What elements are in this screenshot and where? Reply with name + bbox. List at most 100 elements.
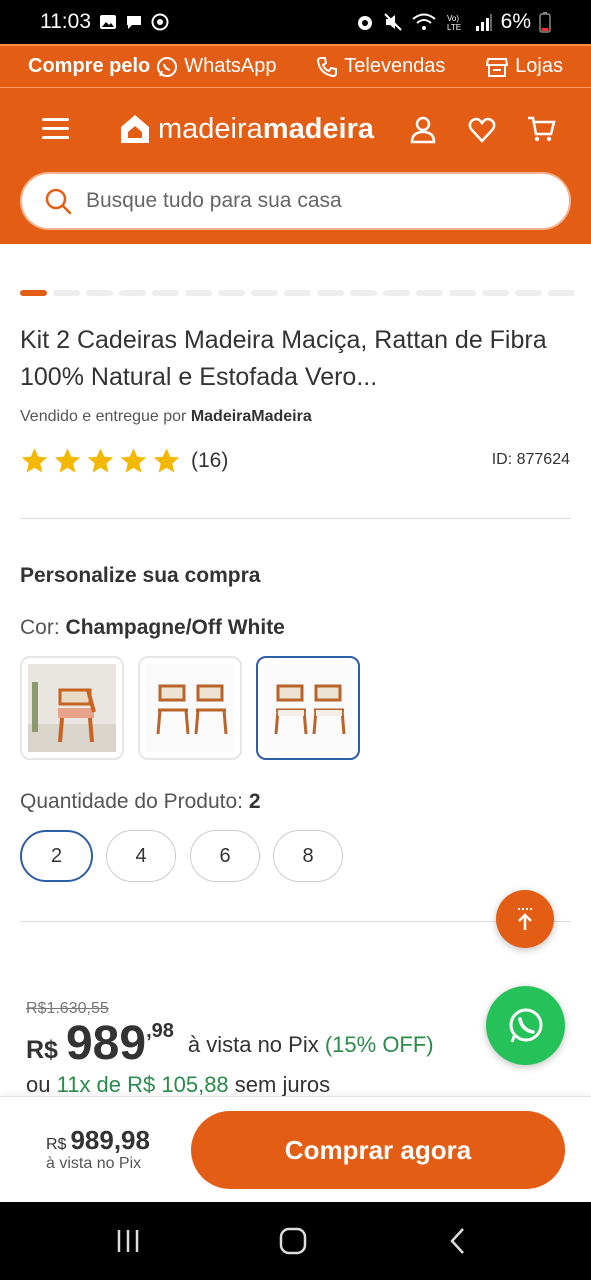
- account-icon[interactable]: [408, 114, 438, 144]
- buy-bar: R$ 989,98 à vista no Pix Comprar agora: [0, 1096, 591, 1202]
- battery-icon: [539, 12, 551, 33]
- heart-icon[interactable]: [467, 114, 497, 144]
- install-value: 11x de R$ 105,88: [56, 1072, 229, 1097]
- product-rating[interactable]: (16): [20, 446, 228, 475]
- svg-text:Vo): Vo): [447, 14, 459, 23]
- hamburger-menu-icon[interactable]: [42, 118, 69, 140]
- star-icon: [54, 448, 81, 473]
- carousel-dot[interactable]: [449, 290, 476, 296]
- seller-name[interactable]: MadeiraMadeira: [191, 408, 312, 425]
- cart-icon[interactable]: [526, 114, 556, 144]
- quantity-option-8[interactable]: 8: [273, 830, 343, 882]
- price-currency: R$: [26, 1036, 58, 1064]
- install-prefix: ou: [26, 1072, 51, 1097]
- quantity-value: 2: [248, 790, 261, 813]
- buy-now-button[interactable]: Comprar agora: [191, 1111, 565, 1189]
- back-icon[interactable]: [444, 1226, 474, 1256]
- arrow-up-icon: [518, 908, 532, 930]
- quantity-label-text: Quantidade do Produto:: [20, 790, 244, 813]
- carousel-dot[interactable]: [119, 290, 146, 296]
- house-logo-icon: [121, 115, 149, 143]
- carousel-dot[interactable]: [416, 290, 443, 296]
- whatsapp-notification-icon: [151, 13, 169, 31]
- alarm-icon: [357, 16, 372, 30]
- logo-text-1: madeira: [158, 112, 263, 145]
- carousel-dot[interactable]: [152, 290, 179, 296]
- star-icon: [87, 448, 114, 473]
- price-line: R$ 989 ,98 à vista no Pix (15% OFF): [26, 1016, 434, 1071]
- carousel-dot[interactable]: [482, 290, 509, 296]
- review-count: (16): [191, 448, 229, 472]
- search-input[interactable]: Busque tudo para sua casa: [20, 172, 571, 230]
- personalize-heading: Personalize sua compra: [20, 564, 261, 587]
- sold-by: Vendido e entregue por MadeiraMadeira: [20, 408, 312, 426]
- recent-apps-icon[interactable]: [113, 1226, 143, 1256]
- televendas-label: Televendas: [344, 55, 446, 77]
- mute-icon: [383, 13, 402, 31]
- quantity-option-6[interactable]: 6: [190, 830, 260, 882]
- carousel-dot[interactable]: [185, 290, 212, 296]
- pix-note: à vista no Pix (15% OFF): [188, 1032, 434, 1058]
- pix-text: à vista no Pix: [187, 1032, 319, 1057]
- pix-discount: (15% OFF): [324, 1032, 434, 1057]
- color-label-text: Cor:: [20, 616, 60, 639]
- quantity-label: Quantidade do Produto: 2: [20, 790, 261, 814]
- product-title: Kit 2 Cadeiras Madeira Maciça, Rattan de…: [20, 326, 547, 391]
- buy-bar-price: R$ 989,98: [46, 1125, 150, 1156]
- madeiramadeira-logo[interactable]: madeira madeira: [118, 112, 374, 146]
- sold-by-prefix: Vendido e entregue por: [20, 408, 187, 425]
- divider: [20, 518, 571, 519]
- carousel-dot[interactable]: [251, 290, 278, 296]
- star-icon: [21, 448, 48, 473]
- color-swatch-1[interactable]: [20, 656, 124, 760]
- signal-icon: [475, 14, 492, 31]
- color-value: Champagne/Off White: [65, 616, 285, 639]
- carousel-dot[interactable]: [548, 290, 575, 296]
- carousel-dot[interactable]: [218, 290, 245, 296]
- carousel-dot[interactable]: [86, 290, 113, 296]
- install-suffix: sem juros: [234, 1072, 331, 1097]
- buy-bar-note: à vista no Pix: [46, 1155, 142, 1172]
- stores-link[interactable]: Lojas: [485, 55, 563, 79]
- carousel-dot[interactable]: [284, 290, 311, 296]
- volte-icon: Vo)LTE: [447, 14, 461, 32]
- status-right: Vo) LTE 6%: [355, 10, 551, 34]
- whatsapp-icon: [509, 1008, 542, 1043]
- quantity-option-2[interactable]: 2: [20, 830, 93, 882]
- site-header: madeira madeira Busque tudo para sua casa: [0, 88, 591, 244]
- whatsapp-label: WhatsApp: [184, 55, 277, 77]
- televendas-link[interactable]: Televendas: [316, 55, 445, 78]
- status-bar: 11:03 Vo) LTE 6%: [0, 0, 591, 44]
- color-label: Cor: Champagne/Off White: [20, 616, 285, 640]
- two-chairs-photo-alt: [264, 664, 352, 752]
- divider: [20, 921, 571, 922]
- carousel-dot[interactable]: [53, 290, 80, 296]
- product-id: ID: 877624: [491, 451, 570, 468]
- buy-bar-value: 989,98: [70, 1125, 150, 1155]
- price-cents: ,98: [146, 1020, 174, 1042]
- carousel-dot[interactable]: [20, 290, 47, 296]
- status-time: 11:03: [40, 10, 91, 33]
- whatsapp-chat-button[interactable]: [486, 986, 565, 1065]
- whatsapp-contact-link[interactable]: Compre pelo WhatsApp: [28, 55, 277, 78]
- phone-icon: [317, 56, 338, 77]
- search-placeholder: Busque tudo para sua casa: [86, 189, 342, 212]
- carousel-dot[interactable]: [350, 290, 377, 296]
- color-swatch-3[interactable]: [256, 656, 360, 760]
- carousel-dot[interactable]: [317, 290, 344, 296]
- scroll-to-top-button[interactable]: [496, 890, 554, 948]
- quantity-option-4[interactable]: 4: [106, 830, 176, 882]
- status-left: 11:03: [40, 10, 169, 34]
- battery-percent: 6%: [500, 10, 531, 33]
- stores-label: Lojas: [515, 55, 563, 77]
- home-icon[interactable]: [278, 1226, 308, 1256]
- contact-bar: Compre pelo WhatsApp Televendas Lojas: [0, 44, 591, 88]
- gallery-notification-icon: [100, 15, 116, 29]
- svg-text:LTE: LTE: [447, 23, 461, 32]
- carousel-dot[interactable]: [383, 290, 410, 296]
- carousel-dot[interactable]: [515, 290, 542, 296]
- color-swatch-2[interactable]: [138, 656, 242, 760]
- star-icon: [153, 448, 180, 473]
- wifi-icon: [412, 13, 436, 30]
- two-chairs-photo: [146, 664, 234, 752]
